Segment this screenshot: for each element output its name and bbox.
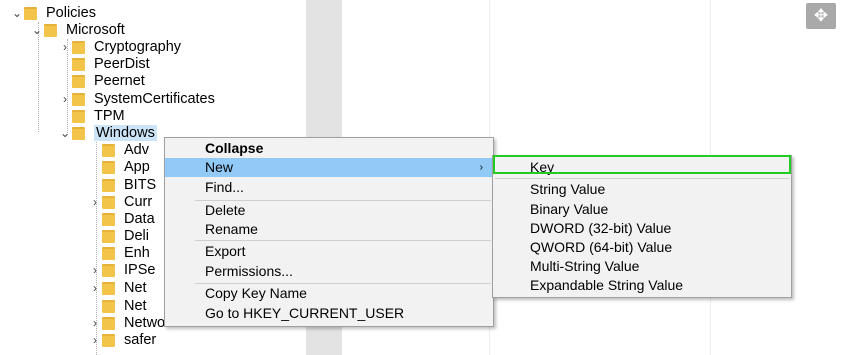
tree-item-label: Net — [124, 298, 147, 314]
submenu-arrow-icon: › — [479, 162, 483, 173]
chevron-right-icon[interactable]: › — [88, 316, 102, 330]
tree-item-label: safer — [124, 332, 157, 348]
folder-icon — [102, 299, 115, 313]
tree-item-windows[interactable]: ⌄ Windows — [58, 124, 157, 142]
folder-icon — [72, 126, 85, 140]
tree-item-cryptography[interactable]: › Cryptography — [58, 38, 181, 56]
chevron-down-icon[interactable]: ⌄ — [30, 23, 44, 37]
submenu-item-binary-value[interactable]: Binary Value — [493, 200, 791, 219]
tree-item-label: Net — [124, 280, 147, 296]
tree-item-app[interactable]: App — [88, 158, 150, 176]
tree-item-label: PeerDist — [94, 56, 150, 72]
menu-item-permissions[interactable]: Permissions... — [165, 262, 493, 281]
chevron-right-icon[interactable]: › — [88, 263, 102, 277]
folder-icon — [102, 263, 115, 277]
highlight-box — [493, 155, 791, 174]
submenu-item-dword-value[interactable]: DWORD (32-bit) Value — [493, 219, 791, 238]
submenu-item-expandable-string-value[interactable]: Expandable String Value — [493, 276, 791, 295]
chevron-down-icon[interactable]: ⌄ — [58, 126, 72, 140]
menu-item-export[interactable]: Export — [165, 242, 493, 261]
tree-item-label: Policies — [46, 5, 96, 21]
tree-item-label: Cryptography — [94, 39, 182, 55]
tree-item-adv[interactable]: Adv — [88, 141, 149, 159]
menu-item-rename[interactable]: Rename — [165, 220, 493, 239]
tree-item-label: Deli — [124, 228, 149, 244]
folder-icon — [102, 229, 115, 243]
menu-item-delete[interactable]: Delete — [165, 201, 493, 220]
tree-item-data[interactable]: Data — [88, 210, 155, 228]
menu-item-new[interactable]: New › — [165, 158, 493, 177]
menu-item-copy-key-name[interactable]: Copy Key Name — [165, 284, 493, 303]
folder-icon — [102, 143, 115, 157]
tree-item-deli[interactable]: Deli — [88, 227, 149, 245]
tree-item-enh[interactable]: Enh — [88, 244, 150, 262]
folder-icon — [102, 316, 115, 330]
tree-item-peerdist[interactable]: PeerDist — [58, 55, 150, 73]
tree-item-label: Data — [124, 211, 155, 227]
folder-icon — [72, 40, 85, 54]
menu-item-go-to-hkcu[interactable]: Go to HKEY_CURRENT_USER — [165, 304, 493, 323]
context-menu: Collapse New › Find... Delete Rename Exp… — [164, 137, 494, 327]
folder-icon — [72, 57, 85, 71]
tree-item-bits[interactable]: BITS — [88, 176, 156, 194]
tree-item-curr[interactable]: › Curr — [88, 193, 152, 211]
tree-item-label: Curr — [124, 194, 153, 210]
tree-item-label: TPM — [94, 108, 125, 124]
folder-icon — [102, 281, 115, 295]
submenu-item-multi-string-value[interactable]: Multi-String Value — [493, 257, 791, 276]
folder-icon — [24, 6, 37, 20]
tree-item-label: SystemCertificates — [94, 91, 215, 107]
tree-item-microsoft[interactable]: ⌄ Microsoft — [30, 21, 125, 39]
folder-icon — [102, 246, 115, 260]
chevron-right-icon[interactable]: › — [88, 195, 102, 209]
submenu-item-qword-value[interactable]: QWORD (64-bit) Value — [493, 238, 791, 257]
tree-item-label: BITS — [124, 177, 157, 193]
folder-icon — [72, 92, 85, 106]
tree-item-label: Enh — [124, 245, 150, 261]
chevron-right-icon[interactable]: › — [58, 92, 72, 106]
folder-icon — [102, 178, 115, 192]
tree-item-ipse[interactable]: › IPSe — [88, 261, 155, 279]
folder-icon — [102, 212, 115, 226]
menu-item-label: New — [205, 159, 234, 175]
chevron-down-icon[interactable]: ⌄ — [10, 6, 24, 20]
menu-separator — [495, 178, 789, 179]
chevron-right-icon[interactable]: › — [58, 40, 72, 54]
tree-item-label: IPSe — [124, 262, 156, 278]
tree-item-label: Adv — [124, 142, 149, 158]
tree-item-systemcertificates[interactable]: › SystemCertificates — [58, 90, 215, 108]
folder-icon — [72, 74, 85, 88]
folder-icon — [102, 333, 115, 347]
menu-item-find[interactable]: Find... — [165, 178, 493, 197]
chevron-right-icon[interactable]: › — [88, 281, 102, 295]
folder-icon — [102, 195, 115, 209]
folder-icon — [44, 23, 57, 37]
tree-item-peernet[interactable]: Peernet — [58, 72, 145, 90]
tree-item-safer[interactable]: › safer — [88, 331, 156, 349]
tree-item-label: Peernet — [94, 73, 145, 89]
tree-item-policies[interactable]: ⌄ Policies — [10, 4, 96, 22]
tree-item-net-2[interactable]: Net — [88, 297, 147, 315]
menu-item-collapse[interactable]: Collapse — [165, 139, 493, 158]
tree-item-label: Windows — [94, 125, 157, 141]
new-submenu: Key String Value Binary Value DWORD (32-… — [492, 155, 792, 298]
chevron-right-icon[interactable]: › — [88, 333, 102, 347]
menu-separator — [195, 240, 491, 241]
tree-item-tpm[interactable]: TPM — [58, 107, 125, 125]
tree-item-label: Microsoft — [66, 22, 125, 38]
folder-icon — [102, 160, 115, 174]
move-icon[interactable]: ✥ — [806, 3, 836, 29]
tree-item-net-1[interactable]: › Net — [88, 279, 147, 297]
tree-item-label: App — [124, 159, 150, 175]
folder-icon — [72, 109, 85, 123]
submenu-item-string-value[interactable]: String Value — [493, 180, 791, 199]
